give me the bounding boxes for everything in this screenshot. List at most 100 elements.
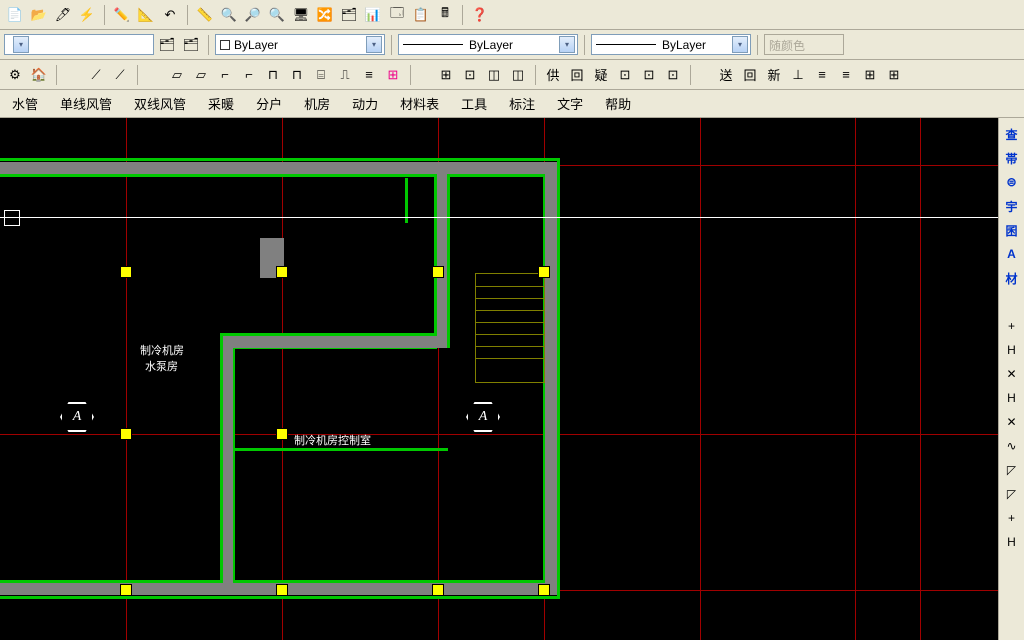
duct-tool-icon[interactable]: ⌐ [214,64,236,86]
tool-icon[interactable]: ≡ [811,64,833,86]
send-tool-icon[interactable]: 送 [715,64,737,86]
drawing-canvas[interactable]: A A 制冷机房 水泵房 制冷机房控制室 [0,118,998,640]
group-tool-icon[interactable]: ⊡ [459,64,481,86]
group-tool-icon[interactable]: ◫ [507,64,529,86]
tool-icon[interactable]: ↶ [159,4,181,26]
duct-tool-icon[interactable]: ⎍ [334,64,356,86]
duct-tool-icon[interactable]: ⌸ [310,64,332,86]
duct-tool-icon[interactable]: ⊞ [382,64,404,86]
panel-tool[interactable]: H [1002,340,1022,360]
menu-item-help[interactable]: 帮助 [601,92,635,115]
selection-grip[interactable] [276,428,288,440]
duct-tool-icon[interactable]: ⊓ [262,64,284,86]
panel-tool[interactable]: 帯 [1002,148,1022,168]
menu-item-heating[interactable]: 采暖 [204,92,238,115]
panel-tool[interactable]: + [1002,316,1022,336]
panel-tool-material[interactable]: 材 [1002,268,1022,288]
lineweight-dropdown[interactable]: ByLayer ▾ [591,34,751,55]
panel-tool[interactable]: ◸ [1002,484,1022,504]
selection-grip[interactable] [538,266,550,278]
tool-icon[interactable]: 📏 [194,4,216,26]
calculator-icon[interactable]: 🖩 [434,4,456,26]
layer-tool-icon[interactable]: 🗂 [156,34,178,56]
tool-icon[interactable]: 📂 [28,4,50,26]
selection-grip[interactable] [432,266,444,278]
pipe-tool-icon[interactable]: ⟋ [109,64,131,86]
panel-tool[interactable]: A [1002,244,1022,264]
menu-item-power[interactable]: 动力 [348,92,382,115]
group-tool-icon[interactable]: ◫ [483,64,505,86]
selection-grip[interactable] [538,584,550,596]
duct-tool-icon[interactable]: ⌐ [238,64,260,86]
menu-item-tools[interactable]: 工具 [457,92,491,115]
tool-icon[interactable]: 📋 [410,4,432,26]
menu-item-household[interactable]: 分户 [252,92,286,115]
selection-grip[interactable] [276,266,288,278]
selection-grip[interactable] [120,584,132,596]
menu-item-text[interactable]: 文字 [553,92,587,115]
tool-icon[interactable]: 🗔 [386,4,408,26]
tool-icon[interactable]: 📊 [362,4,384,26]
menu-item-material-list[interactable]: 材料表 [396,92,443,115]
color-dropdown[interactable]: ByLayer ▾ [215,34,385,55]
pipe-tool-icon[interactable]: ⟋ [85,64,107,86]
wall [0,158,560,161]
tool-icon[interactable]: ⊞ [859,64,881,86]
menu-item-annotation[interactable]: 标注 [505,92,539,115]
zoom-out-icon[interactable]: 🔎 [242,4,264,26]
panel-tool[interactable]: ◸ [1002,460,1022,480]
tool-icon[interactable]: ⊥ [787,64,809,86]
tool-icon[interactable]: ⊡ [638,64,660,86]
help-icon[interactable]: ❓ [469,4,491,26]
tool-icon[interactable]: 🖊 [52,4,74,26]
selection-grip[interactable] [120,266,132,278]
tool-icon[interactable]: ⊡ [662,64,684,86]
selection-grip[interactable] [276,584,288,596]
panel-tool[interactable]: ∿ [1002,436,1022,456]
wall-gray [223,336,438,348]
menu-item-machine-room[interactable]: 机房 [300,92,334,115]
panel-tool[interactable]: H [1002,388,1022,408]
menu-item-single-duct[interactable]: 单线风管 [56,92,116,115]
duct-tool-icon[interactable]: ▱ [190,64,212,86]
home-icon[interactable]: 🏠 [28,64,50,86]
tool-icon[interactable]: ✏️ [111,4,133,26]
duct-tool-icon[interactable]: ≡ [358,64,380,86]
new-tool-icon[interactable]: 新 [763,64,785,86]
tool-icon[interactable]: ⊞ [883,64,905,86]
group-tool-icon[interactable]: ⊞ [435,64,457,86]
tool-icon[interactable]: ⚡ [76,4,98,26]
supply-tool-icon[interactable]: 供 [542,64,564,86]
menu-item-water-pipe[interactable]: 水管 [8,92,42,115]
linetype-dropdown[interactable]: ByLayer ▾ [398,34,578,55]
tool-icon[interactable]: 🔀 [314,4,336,26]
duct-tool-icon[interactable]: ▱ [166,64,188,86]
panel-tool[interactable]: + [1002,508,1022,528]
panel-tool-query[interactable]: 查 [1002,124,1022,144]
menu-item-double-duct[interactable]: 双线风管 [130,92,190,115]
return-tool-icon[interactable]: 回 [739,64,761,86]
tool-icon[interactable]: ≡ [835,64,857,86]
zoom-in-icon[interactable]: 🔍 [218,4,240,26]
zoom-window-icon[interactable]: 🔍 [266,4,288,26]
settings-icon[interactable]: ⚙ [4,64,26,86]
tool-icon[interactable]: 🗂 [338,4,360,26]
return-tool-icon[interactable]: 回 [566,64,588,86]
panel-tool[interactable]: 宇 [1002,196,1022,216]
panel-tool[interactable]: ⊜ [1002,172,1022,192]
selection-grip[interactable] [432,584,444,596]
panel-tool[interactable]: 囷 [1002,220,1022,240]
panel-tool[interactable]: ✕ [1002,412,1022,432]
layer-dropdown-left[interactable]: ▾ [4,34,154,55]
tool-icon[interactable]: 📐 [135,4,157,26]
tool-icon[interactable]: 疑 [590,64,612,86]
duct-tool-icon[interactable]: ⊓ [286,64,308,86]
panel-tool[interactable]: ✕ [1002,364,1022,384]
layer-tool-icon[interactable]: 🗂 [180,34,202,56]
selection-grip[interactable] [120,428,132,440]
panel-tool[interactable]: H [1002,532,1022,552]
tool-icon[interactable]: 📄 [4,4,26,26]
tool-icon[interactable]: ⊡ [614,64,636,86]
tool-icon[interactable]: 🖥 [290,4,312,26]
color-dropdown-label: ByLayer [234,38,278,52]
